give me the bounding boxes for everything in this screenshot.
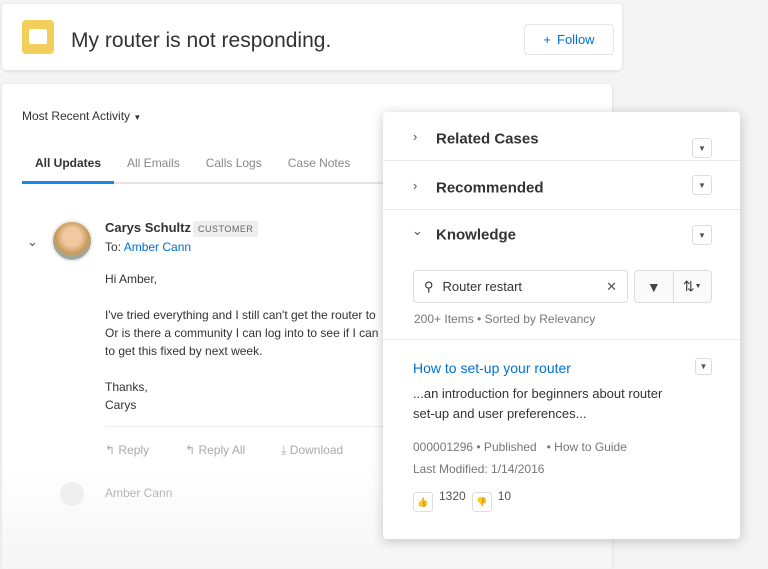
- tab-all-emails[interactable]: All Emails: [114, 146, 193, 182]
- follow-button[interactable]: + Follow: [524, 24, 614, 55]
- tab-case-notes[interactable]: Case Notes: [275, 146, 364, 182]
- clear-icon[interactable]: ✕: [606, 279, 617, 295]
- search-icon: ⚲: [424, 278, 434, 294]
- customer-badge: CUSTOMER: [193, 221, 259, 237]
- avatar: [51, 220, 93, 262]
- results-count: 200+ Items • Sorted by Relevancy: [414, 312, 596, 326]
- section-menu-button[interactable]: ▼: [692, 175, 712, 195]
- article-meta: 000001296 • Published • How to Guide Las…: [413, 440, 627, 476]
- article-menu-button[interactable]: ▼: [695, 358, 712, 375]
- collapse-chevron-icon[interactable]: ⌄: [27, 234, 38, 250]
- tab-calls-logs[interactable]: Calls Logs: [193, 146, 275, 182]
- sort-icon[interactable]: ⇅ ▼: [674, 271, 712, 302]
- email-body: Hi Amber, I've tried everything and I st…: [105, 272, 379, 412]
- page-title: My router is not responding.: [71, 29, 332, 52]
- download-button[interactable]: ⤓ Download: [281, 443, 343, 458]
- feed-tabs: All Updates All Emails Calls Logs Case N…: [22, 146, 402, 184]
- chevron-right-icon: ›: [413, 129, 418, 144]
- section-knowledge[interactable]: ⌄ Knowledge ▼: [383, 210, 740, 250]
- side-panel: › Related Cases ▼ › Recommended ▼ ⌄ Know…: [383, 112, 740, 539]
- filter-sort-group: ▼ ⇅ ▼: [634, 270, 712, 303]
- chevron-right-icon: ›: [413, 178, 418, 193]
- divider: [383, 339, 740, 340]
- section-related-cases[interactable]: › Related Cases ▼: [383, 112, 740, 161]
- article-title-link[interactable]: How to set-up your router: [413, 360, 571, 376]
- plus-icon: +: [543, 32, 551, 47]
- section-recommended[interactable]: › Recommended ▼: [383, 161, 740, 210]
- knowledge-search-input[interactable]: ⚲ Router restart ✕: [413, 270, 628, 303]
- post-actions: ↰ Reply ↰ Reply All ⤓ Download: [105, 426, 385, 458]
- sender-name[interactable]: Carys Schultz: [105, 220, 191, 235]
- filter-icon[interactable]: ▼: [635, 271, 674, 302]
- thumbs-down-icon[interactable]: 👎: [471, 492, 492, 512]
- section-menu-button[interactable]: ▼: [692, 225, 712, 245]
- recipient: To: Amber Cann: [105, 240, 192, 254]
- section-menu-button[interactable]: ▼: [692, 138, 712, 158]
- article-votes: 👍 1320 👎 10: [413, 489, 511, 512]
- reply-button[interactable]: ↰ Reply: [105, 443, 149, 458]
- chevron-down-icon: ⌄: [412, 223, 423, 238]
- caret-down-icon: ▼: [133, 113, 142, 122]
- reply-all-button[interactable]: ↰ Reply All: [185, 443, 245, 458]
- case-header: My router is not responding. + Follow: [2, 4, 622, 70]
- thumbs-up-icon[interactable]: 👍: [413, 492, 433, 512]
- tab-all-updates[interactable]: All Updates: [22, 146, 115, 184]
- recipient-link[interactable]: Amber Cann: [124, 240, 191, 254]
- next-sender-name: Amber Cann: [105, 486, 173, 500]
- sort-dropdown[interactable]: Most Recent Activity ▼: [22, 109, 141, 123]
- article-description: ...an introduction for beginners about r…: [413, 386, 663, 421]
- avatar: [60, 482, 84, 506]
- case-icon: [22, 20, 54, 54]
